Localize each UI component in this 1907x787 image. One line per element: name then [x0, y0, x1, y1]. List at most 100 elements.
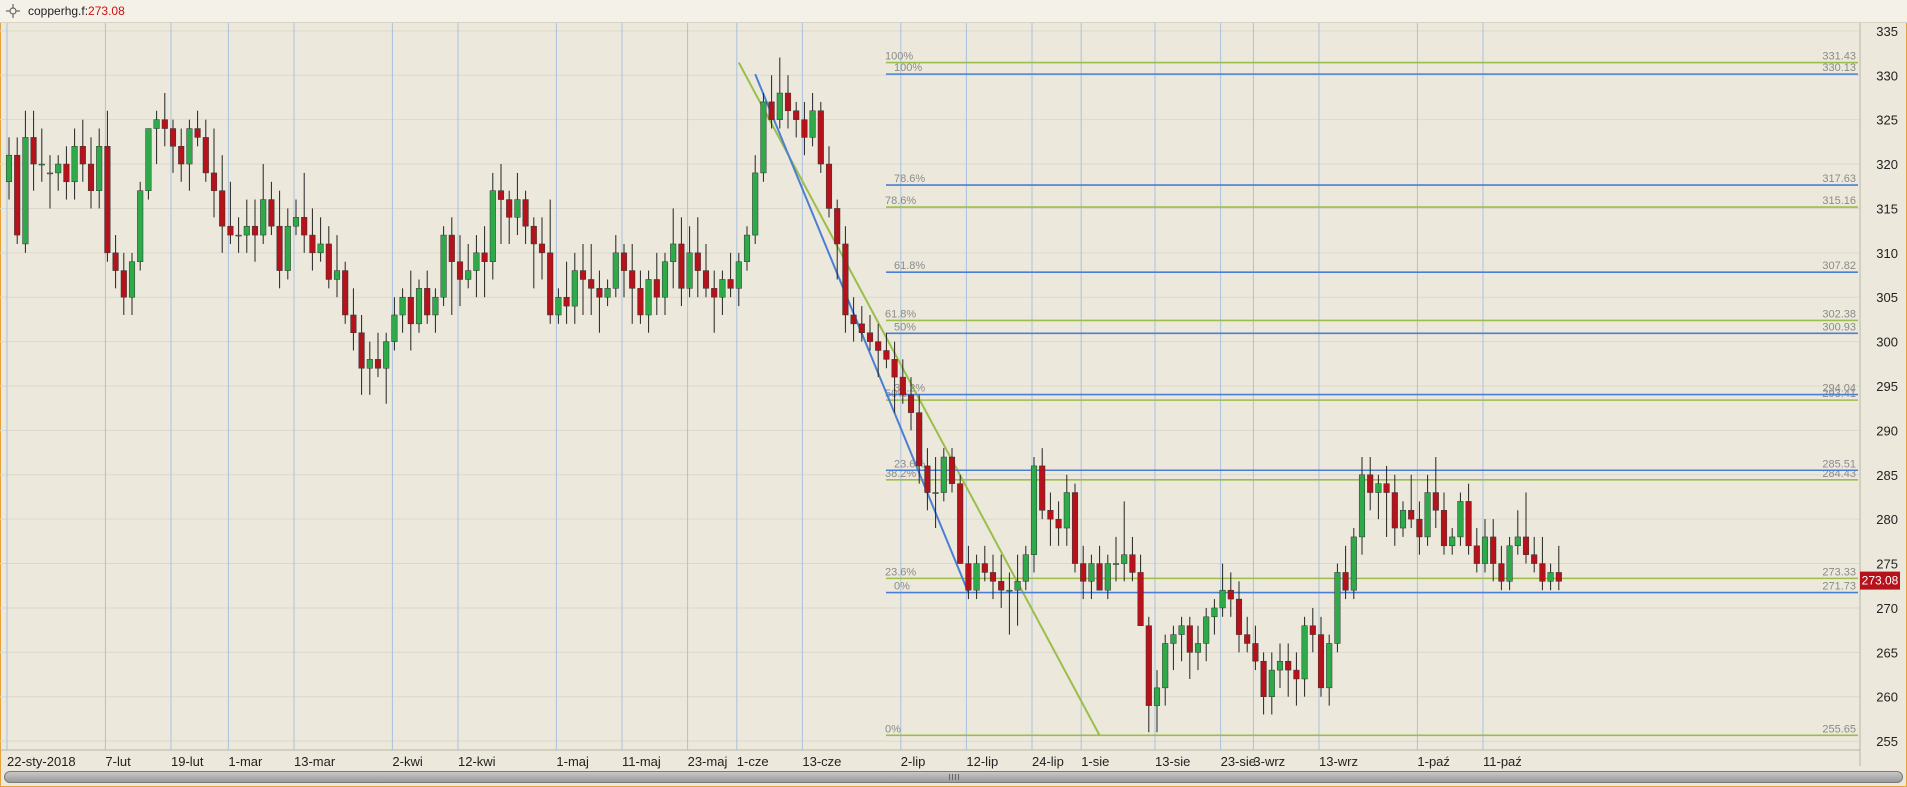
y-tick-label: 260 — [1876, 690, 1898, 705]
candle-up — [1334, 572, 1341, 644]
x-tick-label: 13-sie — [1155, 754, 1190, 769]
fib-green-level-pct: 100% — [885, 51, 913, 63]
candle-up — [514, 199, 521, 218]
candle-up — [96, 146, 103, 191]
y-tick-label: 295 — [1876, 379, 1898, 394]
candle-down — [1260, 660, 1267, 697]
fib-green-level-value: 302.38 — [1822, 308, 1856, 320]
candle-down — [1490, 536, 1497, 564]
horizontal-scrollbar[interactable] — [4, 771, 1903, 783]
candle-down — [14, 154, 21, 236]
candle-down — [579, 270, 587, 280]
candle-up — [776, 92, 783, 120]
candle-up — [128, 261, 136, 298]
x-tick-label: 11-paź — [1483, 754, 1522, 769]
candle-down — [1539, 563, 1546, 582]
axes: 335 330 325 320 315 310 305 300 295 290 285 280 275 2… — [0, 22, 1900, 769]
x-tick-label: 19-lut — [171, 754, 204, 769]
fib-blue-level-pct: 38.2% — [894, 383, 925, 395]
candle-down — [875, 341, 882, 351]
candle-down — [251, 225, 259, 236]
y-tick-label: 330 — [1876, 68, 1898, 83]
candle-up — [1088, 563, 1095, 582]
fib-green-level-value: 255.65 — [1822, 723, 1856, 735]
candle-up — [1194, 643, 1202, 653]
candle-down — [817, 110, 824, 165]
candle-down — [563, 296, 570, 307]
x-tick-label: 11-maj — [622, 754, 661, 769]
candle-up — [1203, 616, 1210, 644]
candle-down — [801, 119, 808, 138]
fib-blue-level-pct: 61.8% — [894, 260, 925, 272]
scrollbar-grip-icon[interactable] — [949, 774, 961, 780]
candle-up — [670, 243, 677, 262]
candle-up — [145, 128, 152, 191]
candle-up — [571, 270, 578, 307]
fib-blue-level-value: 294.04 — [1822, 383, 1856, 395]
candle-down — [596, 288, 603, 298]
candle-down — [899, 376, 906, 396]
candle-up — [22, 137, 29, 245]
candle-up — [46, 172, 54, 175]
fibonacci-retracements[interactable]: 0% 255.6523.6% 273.3338.2% 284.4350% 293.416… — [737, 51, 1858, 737]
candle-down — [981, 563, 988, 573]
candle-up — [1424, 492, 1431, 538]
fib-green-level-value: 331.43 — [1822, 51, 1856, 63]
candle-up — [284, 225, 291, 271]
candle-down — [768, 101, 775, 120]
candle-down — [1186, 625, 1193, 653]
candle-up — [1358, 474, 1366, 538]
candle-down — [1383, 483, 1390, 493]
y-tick-label: 270 — [1876, 601, 1898, 616]
candle-up — [366, 359, 373, 369]
fib-green-level-value: 273.33 — [1822, 566, 1856, 578]
candle-up — [186, 128, 193, 165]
candle-up — [1276, 660, 1284, 671]
candle-up — [55, 163, 62, 174]
candle-down — [407, 296, 414, 325]
candle-down — [825, 163, 833, 209]
candle-down — [637, 288, 644, 316]
candle-down — [1047, 510, 1054, 520]
candle-up — [932, 492, 939, 494]
candle-down — [374, 359, 382, 369]
move-handle-icon[interactable] — [6, 4, 20, 18]
candle-up — [317, 243, 324, 254]
candle-down — [481, 252, 488, 262]
candle-down — [506, 199, 513, 218]
candle-up — [686, 252, 693, 289]
fib-blue-level-value: 317.63 — [1822, 173, 1856, 185]
candle-up — [743, 234, 751, 262]
candle-up — [1006, 589, 1013, 592]
grid — [0, 22, 1860, 750]
candle-down — [998, 581, 1005, 591]
candle-down — [1055, 518, 1062, 529]
candle-up — [1547, 572, 1554, 582]
candle-down — [1129, 554, 1136, 573]
y-tick-label: 325 — [1876, 113, 1898, 128]
candle-down — [1465, 501, 1472, 547]
x-tick-label: 1-maj — [556, 754, 589, 769]
candle-down — [112, 252, 119, 271]
candle-down — [1039, 465, 1046, 511]
candle-up — [612, 252, 619, 289]
candle-up — [243, 225, 250, 236]
candle-down — [793, 110, 800, 120]
candle-up — [153, 119, 160, 129]
candle-up — [661, 261, 669, 298]
candle-up — [399, 296, 406, 316]
candle-up — [1022, 554, 1029, 582]
candle-down — [916, 412, 923, 467]
candle-down — [358, 332, 365, 369]
fib-blue-level-value: 330.13 — [1822, 62, 1856, 74]
candle-down — [1071, 492, 1079, 564]
candle-down — [702, 270, 710, 289]
last-price-label: 273.08 — [1862, 574, 1899, 588]
candle-up — [292, 217, 300, 227]
candle-down — [678, 243, 685, 289]
price-chart[interactable]: 0% 255.6523.6% 273.3338.2% 284.4350% 293.416… — [0, 0, 1907, 770]
candle-up — [645, 279, 652, 316]
candle-up — [1121, 554, 1128, 564]
candle-up — [809, 110, 816, 138]
candle-up — [1268, 669, 1275, 697]
